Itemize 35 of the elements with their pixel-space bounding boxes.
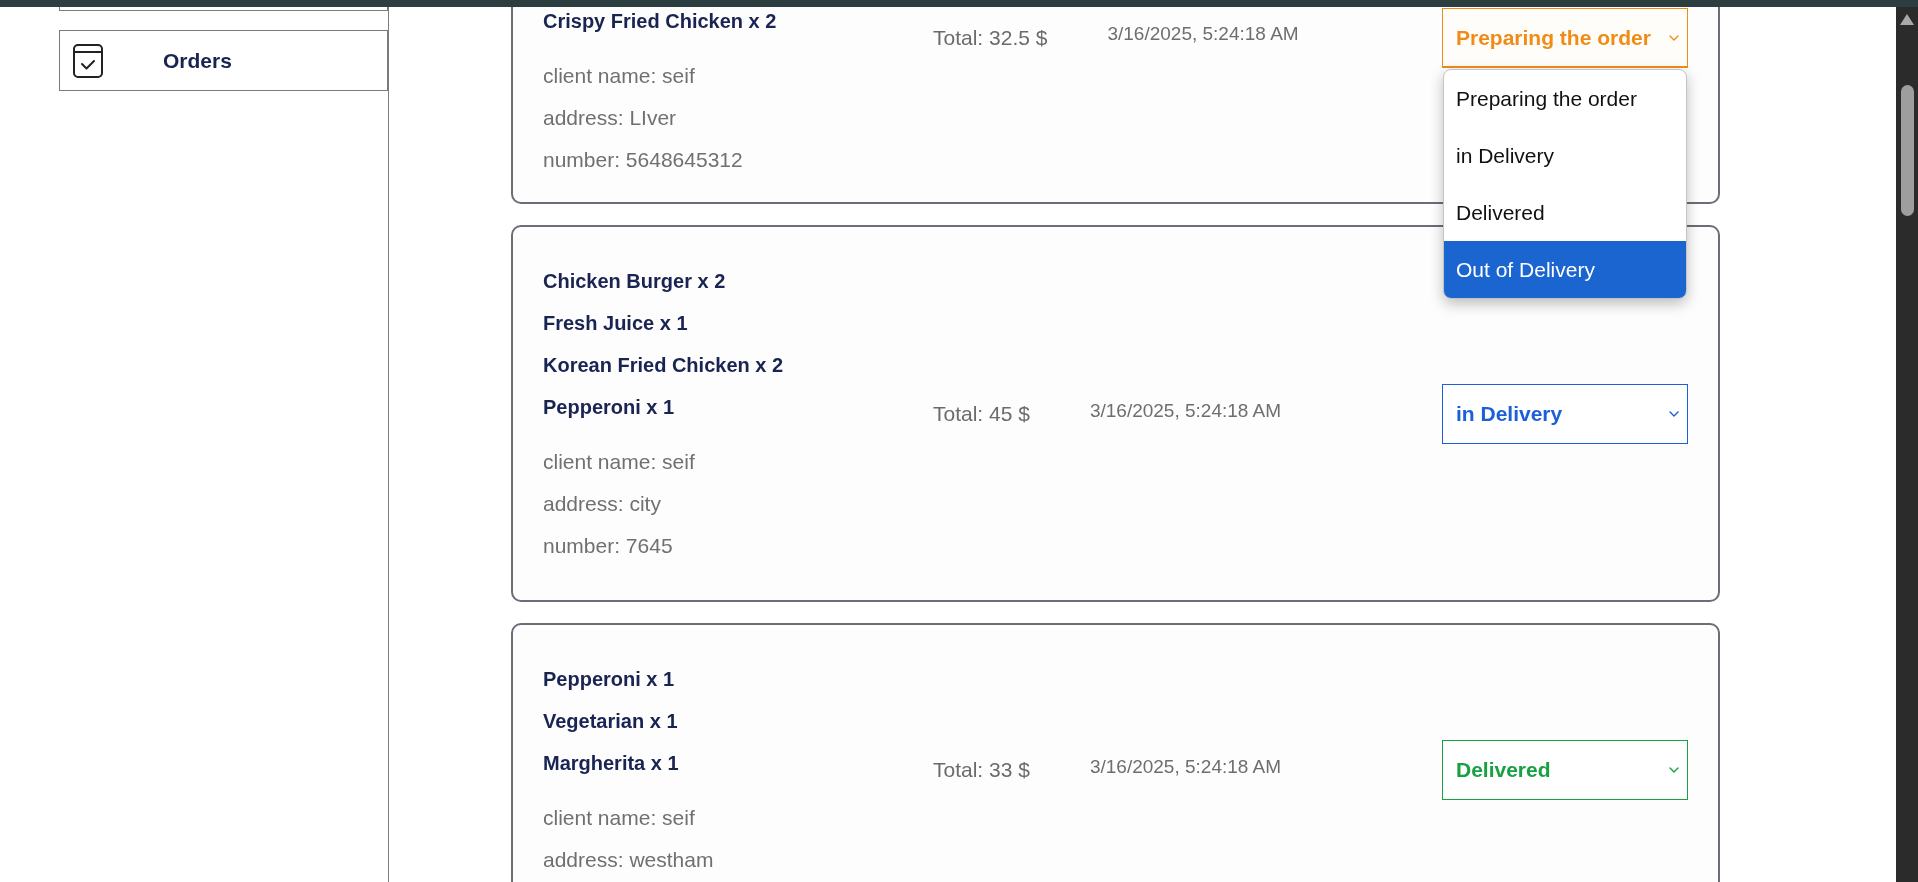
status-select[interactable]: in Delivery [1442, 383, 1688, 444]
order-detail: address: LIver [543, 105, 678, 131]
scrollbar-thumb[interactable] [1900, 85, 1914, 216]
sidebar-item[interactable]: Orders [59, 30, 388, 91]
order-date: 3/16/2025, 5:24:18 AM [1107, 22, 1299, 46]
chevron-down-icon [1669, 766, 1679, 773]
calendar-check-icon [73, 43, 103, 78]
order-detail: client name: seif [543, 805, 696, 831]
order-date: 3/16/2025, 5:24:18 AM [1089, 754, 1282, 779]
order-detail: address: westham [543, 847, 715, 873]
order-item: Crispy Fried Chicken x 2 [543, 9, 778, 34]
dropdown-option[interactable]: Preparing the order [1444, 70, 1686, 127]
chevron-down-icon [1669, 410, 1679, 417]
dropdown-option[interactable]: in Delivery [1444, 127, 1686, 184]
order-date: 3/16/2025, 5:24:18 AM [1089, 398, 1282, 423]
order-item: Pepperoni x 1 [543, 395, 676, 420]
chevron-down-icon [1669, 34, 1679, 41]
order-detail: client name: seif [543, 449, 696, 475]
order-item: Vegetarian x 1 [543, 709, 679, 734]
order-item: Margherita x 1 [543, 751, 680, 776]
dropdown-option[interactable]: Delivered [1444, 184, 1686, 241]
order-item: Pepperoni x 1 [543, 667, 676, 692]
order-detail: number: 5648645312 [543, 147, 744, 173]
dropdown-option[interactable]: Out of Delivery [1444, 241, 1686, 298]
order-detail: client name: seif [543, 63, 696, 89]
scrollbar[interactable] [1896, 7, 1918, 882]
order-total: Total: 33 $ [933, 756, 1030, 783]
order-detail: address: city [543, 491, 662, 517]
order-total: Total: 45 $ [933, 400, 1030, 427]
order-item: Chicken Burger x 2 [543, 269, 727, 294]
order-total: Total: 32.5 $ [933, 25, 1048, 51]
up-arrow-icon[interactable] [1900, 14, 1914, 25]
order-item: Korean Fried Chicken x 2 [543, 353, 785, 378]
order-item: Fresh Juice x 1 [543, 311, 689, 336]
order-detail: number: 7645 [543, 533, 674, 559]
